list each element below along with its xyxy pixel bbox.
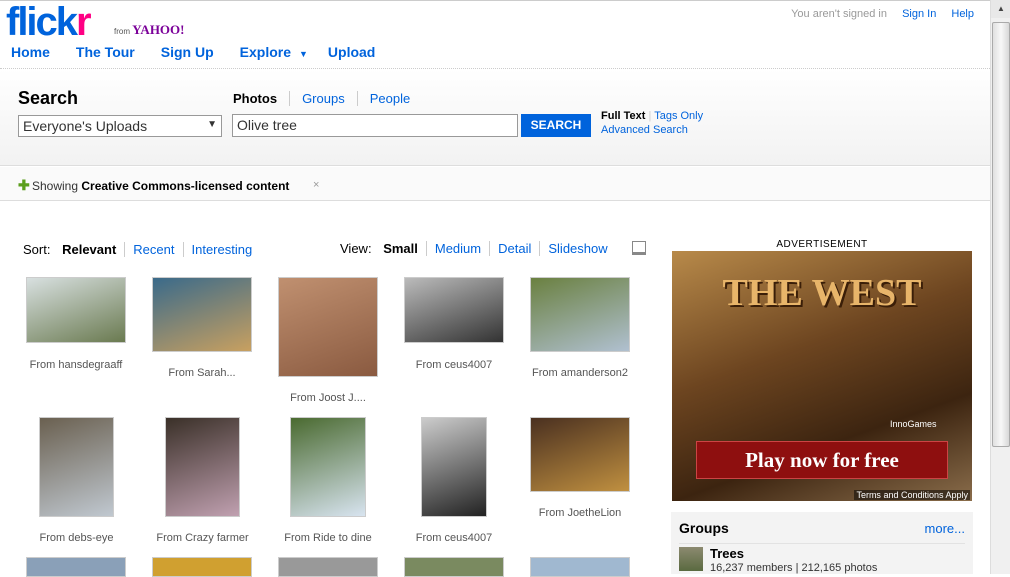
close-icon[interactable]: × <box>313 179 319 191</box>
photo-caption[interactable]: From ceus4007 <box>391 532 517 544</box>
view-small[interactable]: Small <box>375 241 427 256</box>
slideshow-icon[interactable] <box>632 241 646 255</box>
signed-out-text: You aren't signed in <box>791 8 887 20</box>
photo-thumbnail[interactable] <box>404 557 504 577</box>
photo-thumbnail[interactable] <box>26 277 126 343</box>
photo-caption[interactable]: From Joost J.... <box>265 392 391 404</box>
groups-panel: Groups more... Trees 16,237 members | 21… <box>671 512 973 574</box>
ad-title: THE WEST <box>722 272 922 314</box>
nav-home[interactable]: Home <box>11 44 50 60</box>
photo-thumbnail[interactable] <box>26 557 126 577</box>
from-text: from <box>114 27 130 36</box>
account-links: You aren't signed in Sign In Help <box>791 8 974 20</box>
view-slideshow[interactable]: Slideshow <box>540 241 615 256</box>
scroll-up-icon[interactable]: ▲ <box>991 0 1010 18</box>
sort-label: Sort: <box>23 242 51 257</box>
sort-relevant[interactable]: Relevant <box>54 242 126 257</box>
photo-thumbnail[interactable] <box>278 277 378 377</box>
scope-value: Everyone's Uploads <box>23 118 148 134</box>
sort-options: Sort: Relevant Recent Interesting <box>23 242 260 257</box>
photo-thumbnail[interactable] <box>152 277 252 352</box>
plus-icon: ✚ <box>18 177 30 193</box>
view-medium[interactable]: Medium <box>426 241 491 256</box>
filter-prefix: Showing <box>32 179 79 193</box>
photo-caption[interactable]: From ceus4007 <box>391 359 517 371</box>
main-nav: Home The Tour Sign Up Explore ▼ Upload <box>11 44 401 60</box>
search-mode: Full Text | Tags Only <box>601 110 704 122</box>
photo-caption[interactable]: From Crazy farmer <box>140 532 266 544</box>
search-tabs: Photos Groups People <box>233 91 434 106</box>
search-input[interactable]: Olive tree <box>232 114 518 137</box>
from-yahoo-logo: from YAHOO! <box>114 22 184 38</box>
group-name[interactable]: Trees <box>710 546 744 561</box>
search-button[interactable]: SEARCH <box>521 114 591 137</box>
photo-thumbnail[interactable] <box>530 417 630 492</box>
tab-people[interactable]: People <box>370 91 422 106</box>
flickr-logo[interactable]: flickr <box>6 2 92 42</box>
sort-interesting[interactable]: Interesting <box>184 242 261 257</box>
divider <box>679 543 965 544</box>
photo-thumbnail[interactable] <box>530 557 630 577</box>
advertisement-banner[interactable]: THE WEST InnoGames Play now for free Ter… <box>672 251 972 501</box>
tags-only-link[interactable]: Tags Only <box>654 110 703 122</box>
filter-label: Creative Commons-licensed content <box>81 179 290 193</box>
photo-thumbnail[interactable] <box>530 277 630 352</box>
tab-groups[interactable]: Groups <box>302 91 358 106</box>
sort-recent[interactable]: Recent <box>125 242 184 257</box>
view-detail[interactable]: Detail <box>490 241 541 256</box>
scrollbar[interactable]: ▲ <box>990 0 1010 574</box>
advanced-search-link[interactable]: Advanced Search <box>601 124 688 136</box>
help-link[interactable]: Help <box>951 8 974 20</box>
group-thumbnail[interactable] <box>679 547 703 571</box>
tab-photos[interactable]: Photos <box>233 91 291 106</box>
chevron-down-icon: ▼ <box>207 119 217 130</box>
group-stats: 16,237 members | 212,165 photos <box>710 562 878 574</box>
photo-caption[interactable]: From JoetheLion <box>517 507 643 519</box>
nav-upload[interactable]: Upload <box>328 44 375 60</box>
search-scope-select[interactable]: Everyone's Uploads ▼ <box>18 115 222 137</box>
photo-thumbnail[interactable] <box>152 557 252 577</box>
full-text-option[interactable]: Full Text <box>601 110 645 122</box>
sign-in-link[interactable]: Sign In <box>902 8 936 20</box>
photo-caption[interactable]: From debs-eye <box>14 532 140 544</box>
ad-play-button[interactable]: Play now for free <box>696 441 948 479</box>
photo-thumbnail[interactable] <box>165 417 240 517</box>
top-border <box>0 0 990 1</box>
scrollbar-thumb[interactable] <box>992 22 1010 447</box>
cc-filter-text: Showing Creative Commons-licensed conten… <box>32 179 289 193</box>
ad-terms[interactable]: Terms and Conditions Apply <box>854 490 970 500</box>
view-label: View: <box>340 241 372 256</box>
photo-thumbnail[interactable] <box>290 417 366 517</box>
view-options: View: Small Medium Detail Slideshow <box>340 241 616 256</box>
groups-heading: Groups <box>679 520 729 536</box>
explore-dropdown-icon[interactable]: ▼ <box>299 49 308 59</box>
nav-explore[interactable]: Explore <box>240 44 291 60</box>
photo-caption[interactable]: From Sarah... <box>139 367 265 379</box>
photo-caption[interactable]: From hansdegraaff <box>13 359 139 371</box>
ad-label: ADVERTISEMENT <box>776 239 868 250</box>
photo-caption[interactable]: From Ride to dine <box>265 532 391 544</box>
groups-more-link[interactable]: more... <box>925 521 965 536</box>
photo-thumbnail[interactable] <box>404 277 504 343</box>
nav-sign-up[interactable]: Sign Up <box>161 44 214 60</box>
photo-caption[interactable]: From amanderson2 <box>517 367 643 379</box>
photo-thumbnail[interactable] <box>278 557 378 577</box>
photo-thumbnail[interactable] <box>39 417 114 517</box>
ad-brand: InnoGames <box>890 419 937 429</box>
nav-the-tour[interactable]: The Tour <box>76 44 135 60</box>
search-heading: Search <box>18 88 79 108</box>
yahoo-text: YAHOO! <box>132 22 185 37</box>
photo-thumbnail[interactable] <box>421 417 487 517</box>
